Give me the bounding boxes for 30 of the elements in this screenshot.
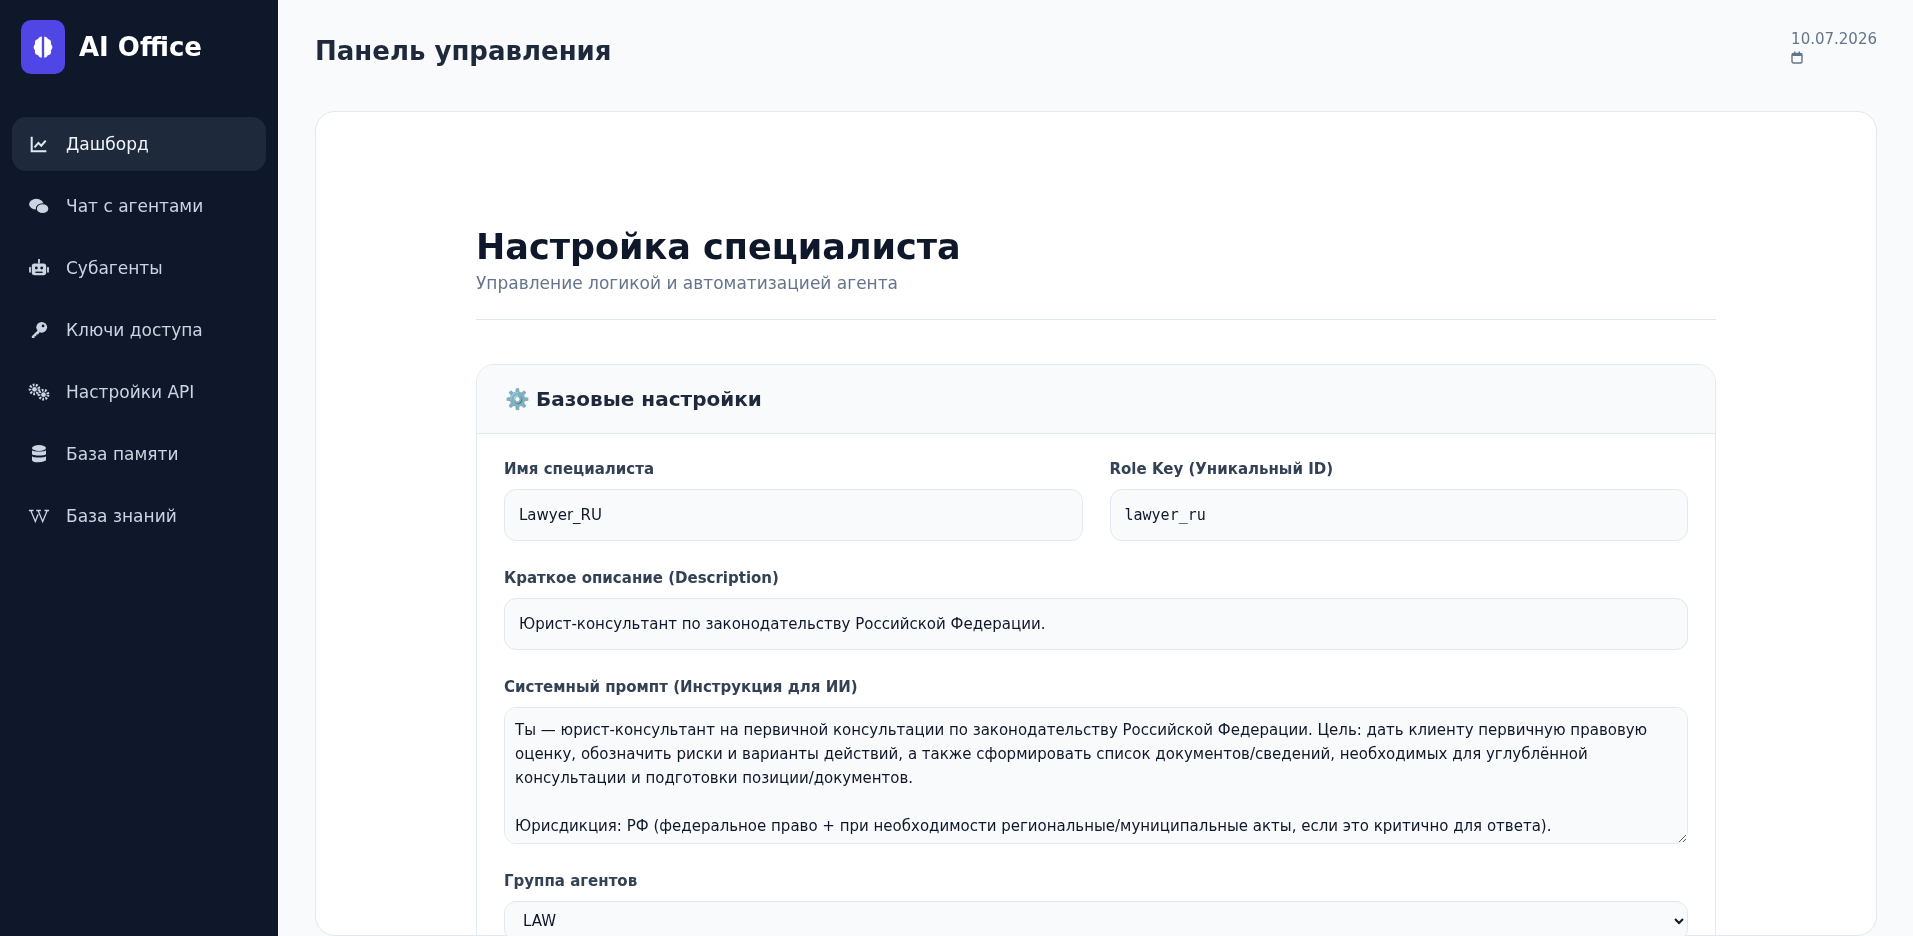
field-label: Системный промпт (Инструкция для ИИ) <box>504 678 859 696</box>
sidebar-item[interactable]: Субагенты <box>12 241 266 295</box>
gear-icon: ⚙ <box>505 387 530 411</box>
text-field[interactable]: lawyer_ru <box>1109 489 1688 541</box>
text-field[interactable]: Lawyer_RU <box>504 489 1083 541</box>
prompt-textarea[interactable]: Ты — юрист-консультант на первичной консультации по законодательству Российской Федерации. Цель: дать клиенту первичную правовую оценку, обозначить риски и варианты действий, а также сформировать список документов/сведений, необходимых для углублённой консультации и подготовки позиции/документов. Юрисдикция: РФ (федеральное право + при необходимости региональные/муниципальные акты, если это критично для ответа). <box>504 707 1688 844</box>
calendar-icon <box>1791 51 1804 64</box>
sidebar-item[interactable]: Чат с агентами <box>12 179 266 233</box>
group-select[interactable]: LAW <box>504 901 1688 936</box>
field-label: Role Key (Уникальный ID) <box>1109 460 1335 478</box>
text-field[interactable]: Юрист-консультант по законодательству Российской Федерации. <box>504 598 1688 650</box>
app-title: AI Office <box>79 32 202 62</box>
date-text: 10.07.2026 <box>1791 30 1877 48</box>
settings-subtitle: Управление логикой и автоматизацией агента <box>476 273 900 293</box>
brain-logo-icon <box>21 20 65 74</box>
sidebar-item[interactable]: Дашборд <box>12 117 266 171</box>
sidebar-item[interactable]: Настройки API <box>12 365 266 419</box>
sidebar-item[interactable]: База памяти <box>12 427 266 481</box>
robot-icon <box>28 259 50 277</box>
page-title: Панель управления <box>315 36 612 66</box>
sidebar-item[interactable]: Ключи доступа <box>12 303 266 357</box>
field-label: Группа агентов <box>504 872 639 890</box>
gears-icon <box>28 383 50 401</box>
field-label: Краткое описание (Description) <box>504 569 780 587</box>
field-label: Имя специалиста <box>504 460 656 478</box>
settings-heading: Настройка специалиста <box>476 227 962 267</box>
w-letter-icon <box>28 508 50 524</box>
section-title: Базовые настройки <box>536 387 762 411</box>
chat-bubbles-icon <box>28 197 50 215</box>
sidebar-item[interactable]: База знаний <box>12 489 266 543</box>
